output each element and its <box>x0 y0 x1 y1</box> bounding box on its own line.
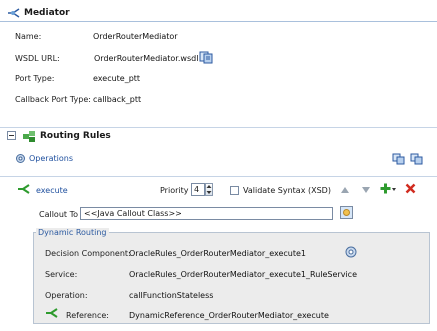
move-down-icon[interactable] <box>361 186 371 194</box>
port-type-label: Port Type: <box>15 74 55 83</box>
mediator-icon <box>8 8 20 18</box>
operation-execute-link[interactable]: execute <box>36 186 68 195</box>
collapse-all-icon[interactable] <box>410 153 423 165</box>
callout-to-input[interactable]: <<Java Callout Class>> <box>80 207 333 220</box>
header-divider <box>0 21 437 22</box>
name-label: Name: <box>15 32 42 41</box>
reference-label: Reference: <box>66 311 109 320</box>
operations-gear-icon <box>16 154 25 163</box>
wsdl-url-value: OrderRouterMediator.wsdl <box>94 54 199 63</box>
spinner-arrows-icon[interactable] <box>206 184 212 195</box>
collapse-toggle-icon[interactable] <box>7 131 16 140</box>
operations-label[interactable]: Operations <box>29 154 73 163</box>
operation-value: callFunctionStateless <box>129 291 214 300</box>
routing-divider <box>0 127 437 128</box>
wsdl-browse-icon[interactable] <box>199 51 213 64</box>
service-value: OracleRules_OrderRouterMediator_execute1… <box>129 270 357 279</box>
dynamic-routing-legend: Dynamic Routing <box>36 228 109 237</box>
name-value: OrderRouterMediator <box>93 32 178 41</box>
priority-input[interactable]: 4 <box>191 183 205 196</box>
routing-rules-icon <box>23 131 35 142</box>
port-type-value: execute_ptt <box>93 74 141 83</box>
reference-value: DynamicReference_OrderRouterMediator_exe… <box>129 311 329 320</box>
decision-component-value: OracleRules_OrderRouterMediator_execute1 <box>129 249 307 258</box>
operations-divider <box>0 176 437 177</box>
routing-rules-title: Routing Rules <box>40 131 111 141</box>
rules-gear-icon[interactable] <box>344 245 358 259</box>
service-label: Service: <box>45 270 78 279</box>
callout-to-label: Callout To <box>39 210 78 219</box>
move-up-icon[interactable] <box>340 186 350 194</box>
wsdl-url-label: WSDL URL: <box>15 54 60 63</box>
validate-syntax-label: Validate Syntax (XSD) <box>243 186 331 195</box>
mediator-title: Mediator <box>24 8 70 18</box>
delete-icon[interactable] <box>405 183 416 194</box>
callback-port-type-label: Callback Port Type: <box>15 95 91 104</box>
operation-label: Operation: <box>45 291 88 300</box>
decision-component-label: Decision Component: <box>45 249 131 258</box>
callback-port-type-value: callback_ptt <box>93 95 142 104</box>
priority-label: Priority <box>160 186 189 195</box>
reference-icon <box>46 308 58 318</box>
validate-syntax-checkbox[interactable] <box>230 186 239 195</box>
add-icon[interactable] <box>380 183 396 195</box>
mediator-header: Mediator <box>0 6 437 21</box>
expand-all-icon[interactable] <box>392 153 405 165</box>
callout-browse-icon[interactable] <box>340 206 353 219</box>
priority-spinner[interactable] <box>205 183 213 196</box>
routing-rule-icon <box>18 184 30 194</box>
